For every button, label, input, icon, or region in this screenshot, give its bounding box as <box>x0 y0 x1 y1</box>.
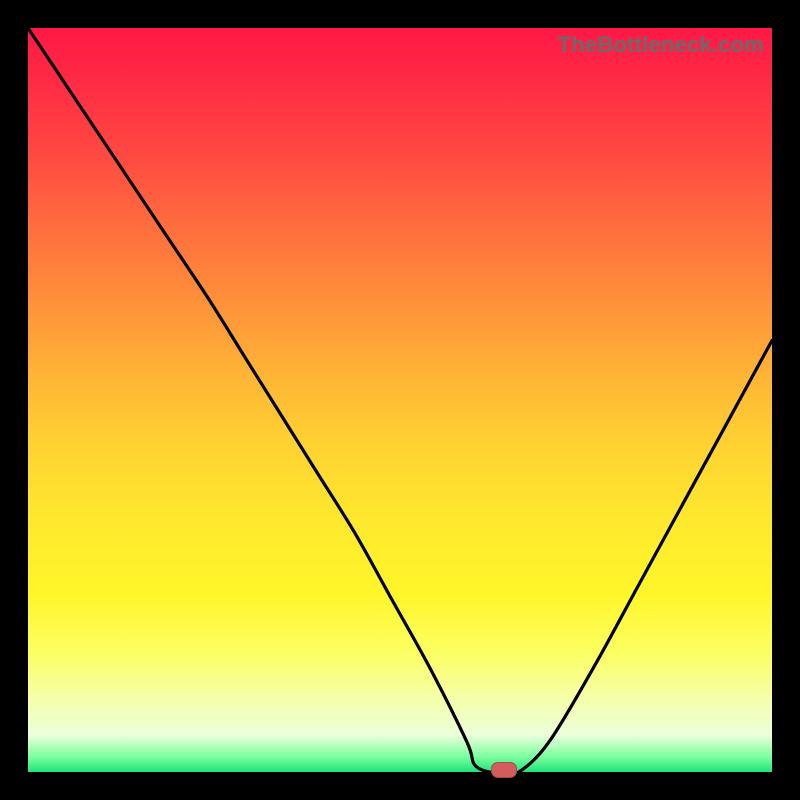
chart-frame: TheBottleneck.com <box>0 0 800 800</box>
optimal-marker <box>491 762 517 778</box>
plot-area: TheBottleneck.com <box>28 28 772 772</box>
bottleneck-curve <box>28 28 772 772</box>
